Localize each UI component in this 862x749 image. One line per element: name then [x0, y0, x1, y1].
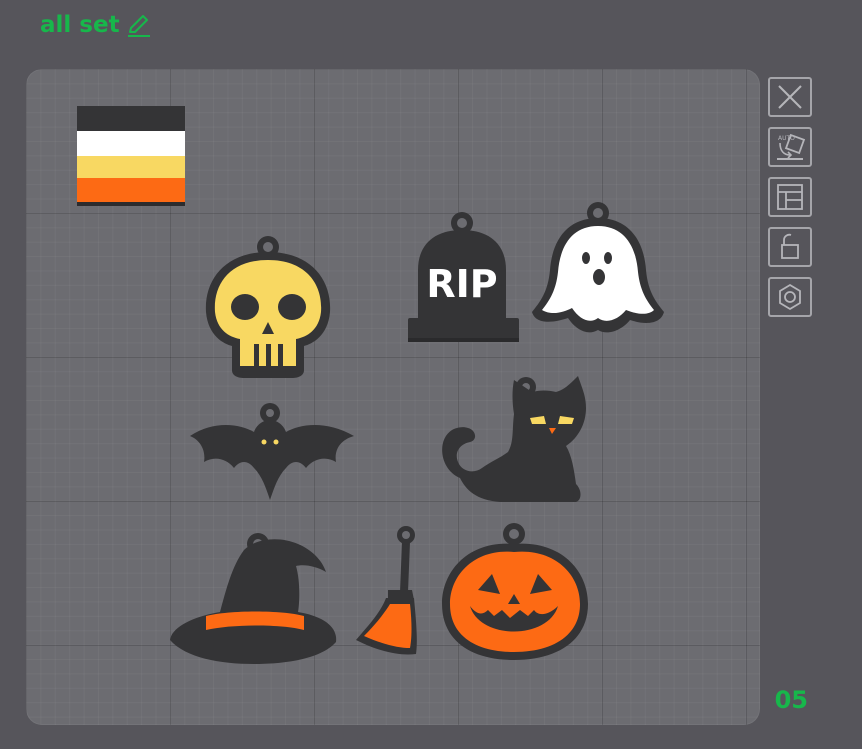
- gear-icon: [779, 283, 801, 311]
- plate-number: 05: [774, 686, 808, 714]
- filament-color-swatch[interactable]: [77, 106, 185, 206]
- svg-text:AUTO: AUTO: [778, 135, 795, 142]
- bat-keychain[interactable]: [190, 403, 354, 500]
- pumpkin-keychain[interactable]: [442, 523, 588, 660]
- close-button[interactable]: [768, 77, 812, 117]
- settings-button[interactable]: [768, 277, 812, 317]
- auto-orient-icon: AUTO: [777, 133, 806, 160]
- lock-button[interactable]: [768, 227, 812, 267]
- lock-icon: [781, 233, 799, 259]
- arrange-button[interactable]: [768, 177, 812, 217]
- arrange-layout-icon: [777, 184, 803, 210]
- broom-keychain[interactable]: [356, 526, 417, 655]
- plate-toolbar: AUTO: [768, 77, 812, 317]
- witch-hat-keychain[interactable]: [170, 533, 337, 664]
- auto-orient-button[interactable]: AUTO: [768, 127, 812, 167]
- tombstone-text: RIP: [426, 262, 497, 306]
- tombstone-keychain[interactable]: RIP: [408, 212, 519, 342]
- close-icon: [778, 85, 802, 109]
- ghost-keychain[interactable]: [532, 202, 664, 333]
- skull-keychain[interactable]: [205, 236, 331, 378]
- cat-keychain[interactable]: [442, 376, 586, 502]
- plate-objects: RIP: [77, 106, 664, 664]
